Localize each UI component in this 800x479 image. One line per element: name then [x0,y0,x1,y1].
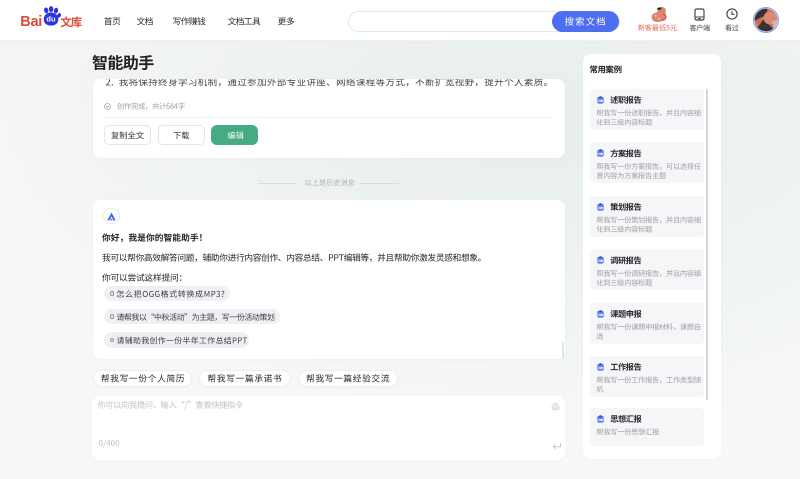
svg-text:du: du [46,14,56,23]
